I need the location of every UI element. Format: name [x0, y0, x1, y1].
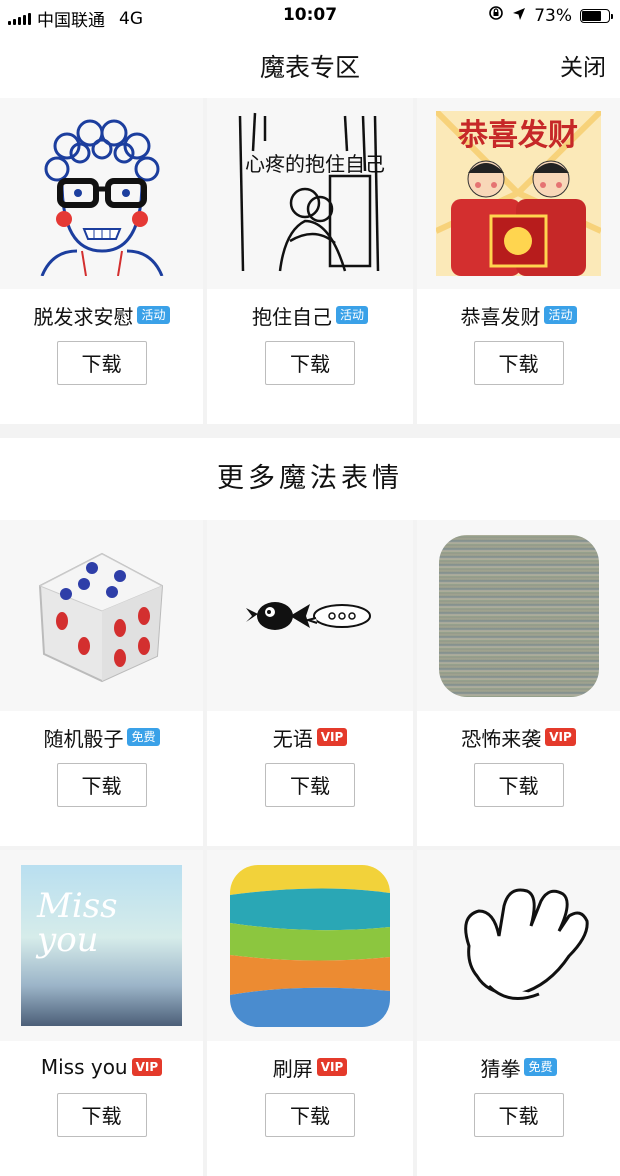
download-button[interactable]: 下载	[265, 341, 355, 385]
sticker-card[interactable]: 无语 VIP 下载	[207, 520, 413, 846]
download-button[interactable]: 下载	[56, 763, 147, 807]
vip-badge: VIP	[316, 1058, 348, 1076]
sticker-card[interactable]: 猜拳 免费 下载	[417, 850, 620, 1176]
page-title: 魔表专区	[259, 53, 360, 82]
speechless-bird-icon	[207, 520, 413, 711]
page-header: 魔表专区 关闭	[0, 32, 620, 98]
item-name: 脱发求安慰	[33, 304, 134, 329]
fortune-kids-icon: 恭喜发财	[417, 98, 620, 289]
item-name: 恭喜发财	[460, 304, 541, 329]
item-name: 恐怖来袭	[461, 726, 542, 751]
vip-badge: VIP	[131, 1058, 163, 1076]
close-button[interactable]: 关闭	[560, 48, 606, 82]
section-title: 更多魔法表情	[217, 463, 403, 494]
activity-badge: 活动	[335, 306, 368, 324]
item-name: 猜拳	[480, 1056, 521, 1081]
location-arrow-icon	[512, 6, 526, 26]
section-divider	[0, 424, 620, 438]
featured-card[interactable]: 心疼的抱住自己 抱住自己 活动 下载	[207, 98, 413, 424]
download-button[interactable]: 下载	[56, 1093, 147, 1137]
miss-you-rain-icon: Miss you	[0, 850, 203, 1041]
sticker-card[interactable]: 恐怖来袭 VIP 下载	[417, 520, 620, 846]
item-name: 刷屏	[272, 1056, 313, 1081]
fortune-text: 恭喜发财	[457, 118, 578, 153]
more-grid-row: 随机骰子 免费 下载 无语 VIP 下载 恐怖来袭 VIP 下载	[0, 520, 620, 846]
battery-percent: 73%	[534, 5, 572, 26]
download-button[interactable]: 下载	[473, 1093, 564, 1137]
featured-grid: 脱发求安慰 活动 下载 心疼的抱住自己 抱住自己 活动 下载 恭喜发财 恭喜发财…	[0, 98, 620, 424]
download-button[interactable]: 下载	[265, 763, 355, 807]
activity-badge: 活动	[137, 306, 170, 324]
status-bar: 中国联通 4G 10:07 73%	[0, 0, 620, 32]
download-button[interactable]: 下载	[473, 341, 564, 385]
sticker-card[interactable]: 随机骰子 免费 下载	[0, 520, 203, 846]
free-badge: 免费	[524, 1058, 557, 1076]
download-button[interactable]: 下载	[473, 763, 564, 807]
sticker-card[interactable]: Miss you Miss you VIP 下载	[0, 850, 203, 1176]
hug-self-sketch-icon: 心疼的抱住自己	[207, 98, 413, 289]
featured-card[interactable]: 脱发求安慰 活动 下载	[0, 98, 203, 424]
download-button[interactable]: 下载	[56, 341, 147, 385]
static-noise-icon	[417, 520, 620, 711]
curly-hair-glasses-face-icon	[0, 98, 203, 289]
sketch-text: 心疼的抱住自己	[245, 152, 385, 176]
featured-card[interactable]: 恭喜发财 恭喜发财 活动 下载	[417, 98, 620, 424]
item-name: 抱住自己	[251, 304, 332, 329]
miss-you-text: Miss you	[37, 886, 118, 960]
orientation-lock-icon	[488, 5, 504, 26]
activity-badge: 活动	[544, 306, 577, 324]
item-name: 无语	[272, 726, 313, 751]
paint-stripes-icon	[207, 850, 413, 1041]
vip-badge: VIP	[316, 728, 348, 746]
more-grid-row: Miss you Miss you VIP 下载 刷屏 VIP 下载 猜拳 免费…	[0, 850, 620, 1176]
battery-icon	[580, 8, 613, 23]
sticker-card[interactable]: 刷屏 VIP 下载	[207, 850, 413, 1176]
download-button[interactable]: 下载	[265, 1093, 355, 1137]
dice-icon	[0, 520, 203, 711]
item-name: Miss you	[40, 1055, 128, 1079]
vip-badge: VIP	[545, 728, 576, 746]
item-name: 随机骰子	[43, 726, 124, 751]
free-badge: 免费	[127, 728, 160, 746]
cartoon-hand-icon	[417, 850, 620, 1041]
